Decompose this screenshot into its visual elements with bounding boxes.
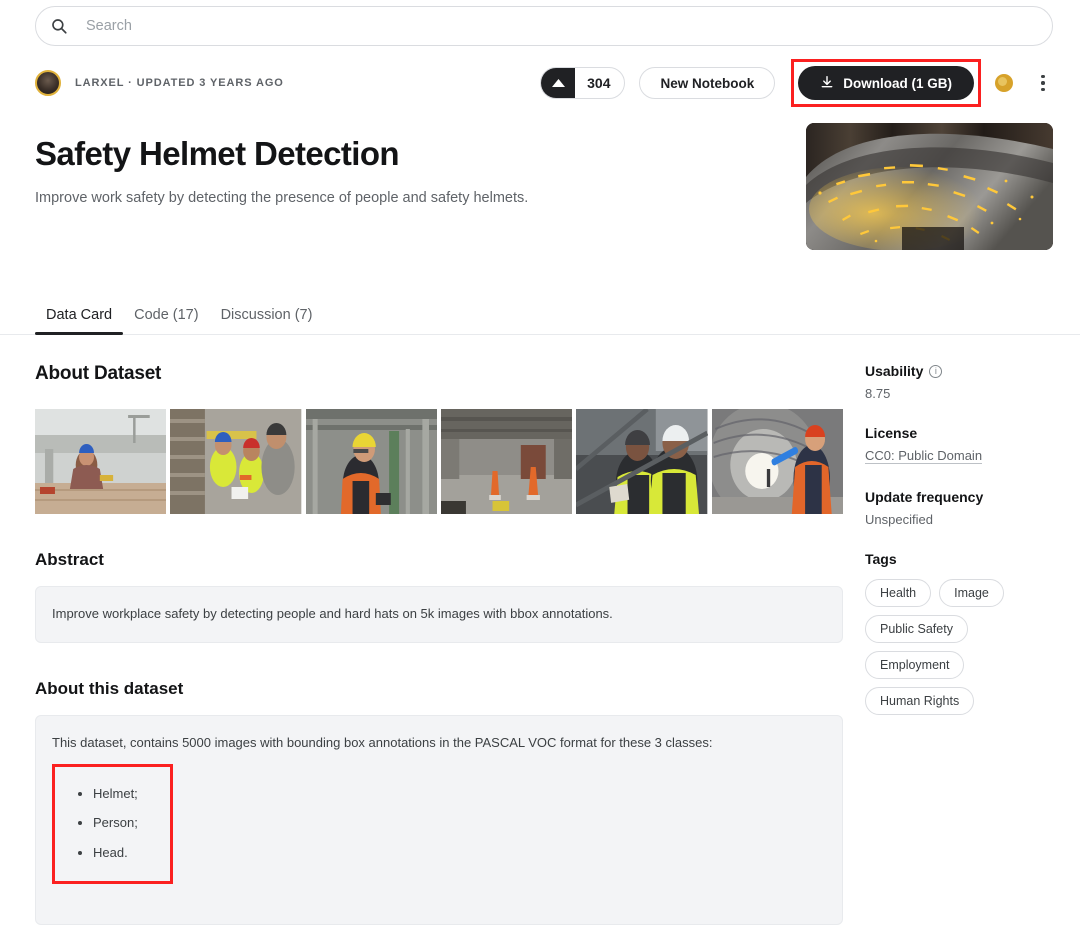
search-input[interactable] [84,17,1038,35]
new-notebook-button[interactable]: New Notebook [639,67,776,99]
about-this-dataset-text: This dataset, contains 5000 images with … [52,734,713,750]
title-block: Safety Helmet Detection Improve work saf… [35,123,1053,250]
dataset-tabs: Data Card Code (17) Discussion (7) [0,297,1080,335]
upvote-count: 304 [587,75,611,91]
content-area: About Dataset Abstract Improve workplace… [0,335,1080,925]
hero-banner-image [806,123,1053,250]
main-column: About Dataset Abstract Improve workplace… [35,335,843,925]
tags-label: Tags [865,551,897,567]
class-list-highlight-box: Helmet; Person; Head. [52,763,173,884]
abstract-text: Improve workplace safety by detecting pe… [52,606,613,621]
gallery-image-4[interactable] [440,409,573,514]
avatar[interactable] [35,70,61,96]
about-this-dataset-heading: About this dataset [35,678,184,698]
usability-value: 8.75 [865,386,891,401]
usability-group: Usability i 8.75 [865,363,1053,401]
tag-human-rights[interactable]: Human Rights [865,687,975,715]
dataset-actions: 304 New Notebook Download (1 GB) [540,59,1053,107]
owner-updated-label: LARXEL · UPDATED 3 YEARS AGO [75,77,284,89]
tag-employment[interactable]: Employment [865,651,965,679]
info-icon[interactable]: i [929,364,943,378]
list-item: Helmet; [93,784,138,805]
download-button-label: Download (1 GB) [843,75,952,91]
kebab-menu-icon[interactable] [1033,71,1053,95]
tag-image[interactable]: Image [939,579,1004,607]
tab-discussion[interactable]: Discussion (7) [210,307,324,334]
download-icon [820,75,834,92]
update-frequency-group: Update frequency Unspecified [865,489,1053,527]
class-list: Helmet; Person; Head. [55,784,138,864]
gold-medal-icon [995,74,1013,92]
dataset-meta-row: LARXEL · UPDATED 3 YEARS AGO 304 New Not… [35,59,1053,107]
about-dataset-heading: About Dataset [35,363,162,384]
gallery-image-1[interactable] [35,409,167,514]
list-item: Person; [93,813,138,834]
tab-code[interactable]: Code (17) [123,307,209,334]
download-highlight-box: Download (1 GB) [791,59,981,107]
gallery-image-6[interactable] [711,409,843,514]
download-button[interactable]: Download (1 GB) [798,66,974,100]
update-frequency-label: Update frequency [865,489,984,505]
abstract-panel: Improve workplace safety by detecting pe… [35,586,843,643]
tag-public-safety[interactable]: Public Safety [865,615,968,643]
gallery-image-5[interactable] [576,409,708,514]
license-group: License CC0: Public Domain [865,425,1053,465]
about-this-dataset-panel: This dataset, contains 5000 images with … [35,714,843,925]
upvote-arrow-icon[interactable] [541,68,576,98]
tab-data-card[interactable]: Data Card [35,307,124,335]
abstract-heading: Abstract [35,550,104,569]
usability-label-row: Usability i [865,363,1053,379]
license-label: License [865,425,918,441]
page-title: Safety Helmet Detection [35,135,400,172]
gallery-image-2[interactable] [170,409,302,514]
title-text-group: Safety Helmet Detection Improve work saf… [35,123,806,250]
license-link[interactable]: CC0: Public Domain [865,448,983,464]
tags-group: Tags Health Image Public Safety Employme… [865,551,1053,715]
hero-image-art [806,123,1053,250]
gallery-image-3[interactable] [305,409,437,514]
sidebar: Usability i 8.75 License CC0: Public Dom… [843,335,1053,925]
upvote-button[interactable]: 304 [540,67,626,99]
search-icon [50,17,68,35]
usability-label: Usability [865,363,924,379]
tag-health[interactable]: Health [865,579,932,607]
tag-list: Health Image Public Safety Employment Hu… [865,579,1053,715]
update-frequency-value: Unspecified [865,512,933,527]
search-bar-container [0,0,1080,46]
page-subtitle: Improve work safety by detecting the pre… [35,190,529,206]
search-box[interactable] [35,6,1053,46]
image-gallery [35,409,843,514]
list-item: Head. [93,843,138,864]
